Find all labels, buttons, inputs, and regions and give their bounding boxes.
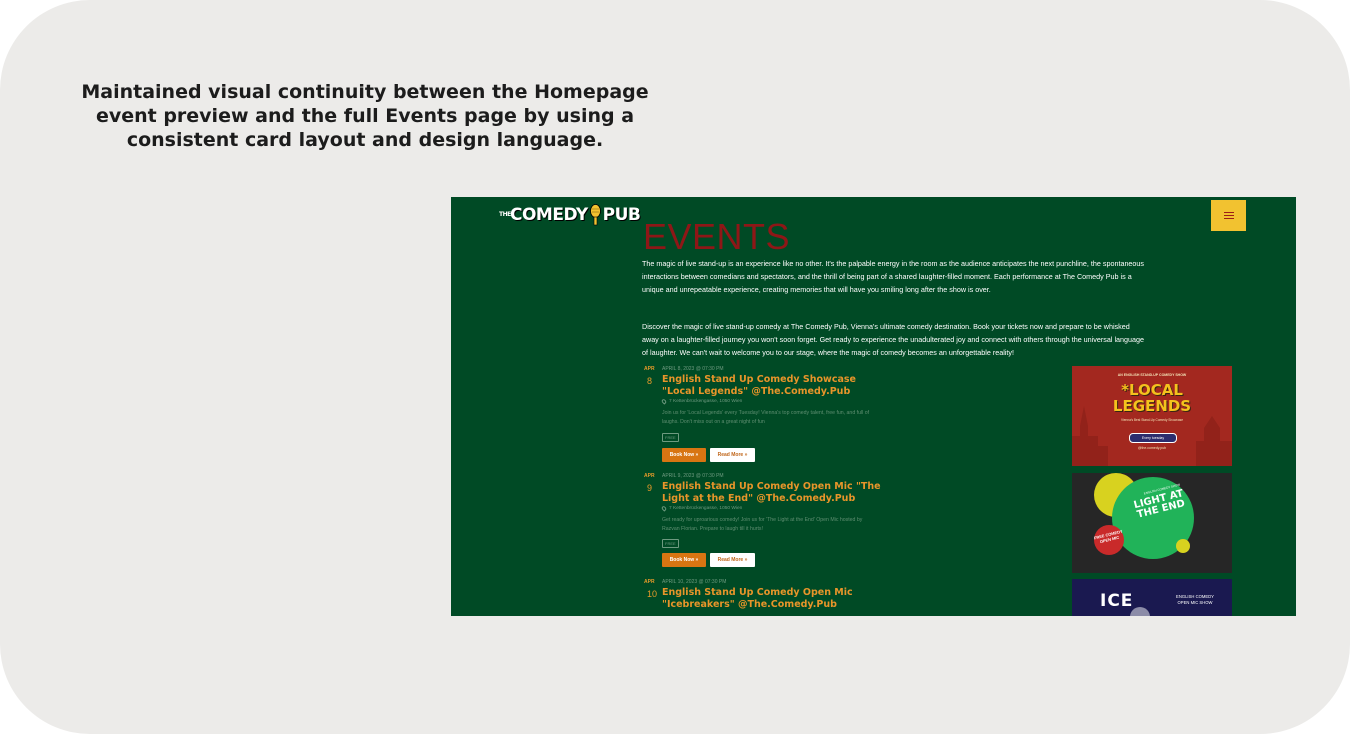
event-tag: FREE xyxy=(662,539,679,548)
image-headline: *LOCAL LEGENDS xyxy=(1112,381,1192,415)
image-handle: @the.comedy.pub xyxy=(1137,446,1167,450)
caption-text: Maintained visual continuity between the… xyxy=(81,81,649,151)
event-month: APR xyxy=(644,579,655,585)
event-datetime: APRIL 10, 2023 @ 07:30 PM xyxy=(662,579,727,585)
logo-pub: PUB xyxy=(602,205,641,225)
page-title: EVENTS xyxy=(643,216,791,257)
presentation-card: Maintained visual continuity between the… xyxy=(0,0,1350,734)
book-now-button[interactable]: Book Now » xyxy=(662,448,706,462)
intro-paragraph-2: Discover the magic of live stand-up come… xyxy=(642,322,1145,358)
location-pin-icon xyxy=(660,398,668,405)
image-pill: Every tuesday xyxy=(1129,433,1177,443)
event-title-link[interactable]: English Stand Up Comedy Showcase "Local … xyxy=(662,374,882,398)
event-tag: FREE xyxy=(662,433,679,442)
event-location-text: 7 Kettenbrückengasse, 1050 Wien xyxy=(669,399,743,404)
read-more-button[interactable]: Read More » xyxy=(710,553,755,567)
event-title-link[interactable]: English Stand Up Comedy Open Mic "Icebre… xyxy=(662,587,882,611)
event-image-icebreakers[interactable]: ICE ENGLISH COMEDY OPEN MIC SHOW xyxy=(1072,579,1232,616)
event-location: 7 Kettenbrückengasse, 1050 Wien xyxy=(660,398,743,405)
disco-ball-icon xyxy=(1130,607,1150,616)
event-day: 10 xyxy=(647,589,658,599)
event-location-text: 7 Kettenbrückengasse, 1050 Wien xyxy=(669,506,743,511)
event-card: APR 9 APRIL 9, 2023 @ 07:30 PM English S… xyxy=(642,473,1232,573)
events-page-screenshot: THE COMEDY PUB EVENTS The magic of live … xyxy=(451,197,1296,616)
event-description: Join us for 'Local Legends' every Tuesda… xyxy=(662,410,870,425)
site-logo[interactable]: THE COMEDY PUB xyxy=(499,204,641,226)
image-top-text: AN ENGLISH STAND-UP COMEDY SHOW xyxy=(1117,373,1187,377)
event-card: APR 8 APRIL 8, 2023 @ 07:30 PM English S… xyxy=(642,366,1232,466)
microphone-icon xyxy=(589,204,601,226)
event-datetime: APRIL 9, 2023 @ 07:30 PM xyxy=(662,473,724,479)
image-subtitle: Vienna's Best Stand-Up Comedy Showcase xyxy=(1120,418,1184,422)
event-day: 9 xyxy=(647,483,653,493)
location-pin-icon xyxy=(660,505,668,512)
event-card: APR 10 APRIL 10, 2023 @ 07:30 PM English… xyxy=(642,579,1232,616)
event-datetime: APRIL 8, 2023 @ 07:30 PM xyxy=(662,366,724,372)
event-month: APR xyxy=(644,366,655,372)
event-image-light-at-the-end[interactable]: ENGLISH COMEDY SHOW LIGHT AT THE END FRE… xyxy=(1072,473,1232,573)
yellow-dot-shape xyxy=(1176,539,1190,553)
read-more-button[interactable]: Read More » xyxy=(710,448,755,462)
event-location: 7 Kettenbrückengasse, 1050 Wien xyxy=(660,505,743,512)
image-headline: ICE xyxy=(1100,591,1134,611)
event-description: Get ready for uproarious comedy! Join us… xyxy=(662,517,863,532)
event-title-link[interactable]: English Stand Up Comedy Open Mic "The Li… xyxy=(662,481,882,505)
event-month: APR xyxy=(644,473,655,479)
menu-button[interactable] xyxy=(1211,200,1246,231)
event-day: 8 xyxy=(647,376,653,386)
book-now-button[interactable]: Book Now » xyxy=(662,553,706,567)
event-image-local-legends[interactable]: AN ENGLISH STAND-UP COMEDY SHOW *LOCAL L… xyxy=(1072,366,1232,466)
logo-the: THE xyxy=(499,211,511,218)
logo-comedy: COMEDY xyxy=(510,205,588,225)
image-subtitle: ENGLISH COMEDY OPEN MIC SHOW xyxy=(1176,594,1214,605)
hamburger-menu-icon xyxy=(1223,212,1234,219)
intro-paragraph-1: The magic of live stand-up is an experie… xyxy=(642,259,1145,295)
